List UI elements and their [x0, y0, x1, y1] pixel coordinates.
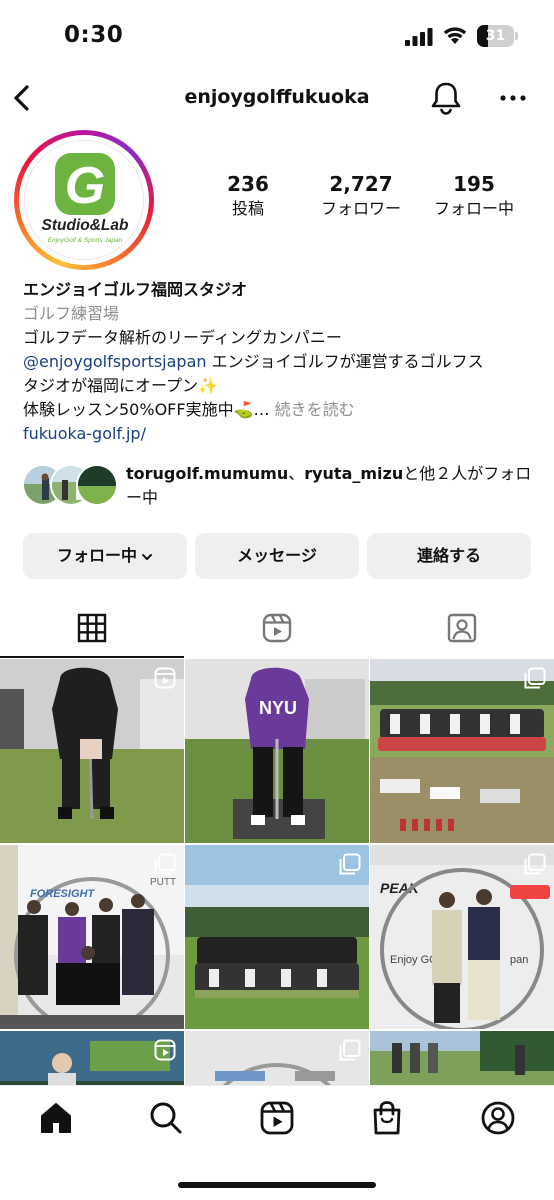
tagged-person-icon — [447, 613, 477, 643]
profile-name: エンジョイゴルフ福岡スタジオ — [23, 280, 248, 299]
message-button[interactable]: メッセージ — [195, 533, 359, 579]
post-thumbnail[interactable]: FORESIGHT PUTT — [0, 845, 184, 1029]
avatar-title: Studio&Lab — [42, 217, 129, 234]
status-time: 0:30 — [64, 22, 124, 48]
avatar-letter: G — [65, 157, 105, 215]
battery-icon: 31 — [477, 25, 519, 47]
posts-label: 投稿 — [231, 199, 264, 218]
avatar-subtitle: EnjoyGolf & Sports Japan — [48, 237, 123, 244]
profile-icon[interactable] — [480, 1100, 516, 1136]
followed-by[interactable]: torugolf.mumumu、ryuta_mizuと他２人がフォロー中 — [22, 462, 542, 508]
bio-text: エンジョイゴルフが運営するゴルフス — [206, 352, 484, 371]
bio-line: @enjoygolfsportsjapan エンジョイゴルフが運営するゴルフス — [23, 350, 543, 374]
post-thumbnail[interactable] — [370, 659, 554, 843]
reels-icon — [262, 613, 292, 643]
chevron-down-icon — [142, 553, 152, 560]
profile-avatar[interactable]: G Studio&Lab EnjoyGolf & Sports Japan — [14, 130, 154, 270]
post-thumbnail-reel[interactable] — [0, 659, 184, 843]
carousel-badge-icon — [339, 1039, 361, 1061]
post-thumbnail[interactable] — [185, 845, 369, 1029]
stat-following[interactable]: 195 フォロー中 — [424, 172, 524, 219]
nyu-text: NYU — [259, 698, 297, 718]
putt-text: PUTT — [150, 877, 176, 888]
bio-line: 体験レッスン50%OFF実施中⛳… 続きを読む — [23, 398, 543, 422]
status-bar: 0:30 31 — [0, 0, 554, 70]
notification-bell-icon[interactable] — [429, 80, 463, 116]
wifi-icon — [443, 27, 467, 44]
carousel-badge-icon — [524, 853, 546, 875]
following-button[interactable]: フォロー中 — [23, 533, 187, 579]
profile-tabs — [0, 600, 554, 658]
pan-text: pan — [510, 954, 528, 966]
tab-tagged[interactable] — [370, 600, 554, 658]
reel-badge-icon — [154, 1039, 176, 1061]
post-thumbnail[interactable]: PEAK Enjoy GO pan — [370, 845, 554, 1029]
carousel-badge-icon — [154, 853, 176, 875]
stat-followers[interactable]: 2,727 フォロワー — [306, 172, 416, 219]
tab-reels[interactable] — [185, 600, 369, 658]
post-thumbnail[interactable] — [185, 1031, 369, 1085]
reels-icon[interactable] — [259, 1100, 295, 1136]
bio-line: ゴルフデータ解析のリーディングカンパニー — [23, 328, 342, 347]
followers-label: フォロワー — [320, 199, 401, 218]
post-thumbnail[interactable] — [370, 1031, 554, 1085]
tab-active-indicator — [0, 656, 184, 658]
home-indicator — [178, 1182, 376, 1188]
followed-by-text: torugolf.mumumu、ryuta_mizuと他２人がフォロー中 — [126, 464, 532, 507]
stat-posts[interactable]: 236 投稿 — [206, 172, 290, 219]
avatar-logo: G Studio&Lab EnjoyGolf & Sports Japan — [24, 140, 144, 260]
bio-text: 体験レッスン50%OFF実施中⛳… — [23, 400, 270, 419]
read-more-link[interactable]: 続きを読む — [270, 400, 355, 419]
post-thumbnail-reel[interactable] — [0, 1031, 184, 1085]
tab-posts-grid[interactable] — [0, 600, 184, 658]
posts-grid: NYU FORESIGHT PUTT PEAK Enjoy GO pan — [0, 659, 554, 1085]
profile-category: ゴルフ練習場 — [23, 304, 120, 323]
mutual-avatars — [22, 464, 118, 508]
contact-button[interactable]: 連絡する — [367, 533, 531, 579]
enjoy-go-text: Enjoy GO — [390, 954, 438, 966]
cellular-signal-icon — [405, 28, 433, 46]
followers-count: 2,727 — [329, 172, 393, 196]
search-icon[interactable] — [148, 1100, 184, 1136]
more-options-icon[interactable] — [498, 88, 528, 108]
grid-icon — [77, 613, 107, 643]
bio-mention-link[interactable]: @enjoygolfsportsjapan — [23, 352, 207, 371]
profile-header: enjoygolffukuoka — [0, 72, 554, 126]
profile-bio: エンジョイゴルフ福岡スタジオ ゴルフ練習場 ゴルフデータ解析のリーディングカンパ… — [23, 278, 543, 446]
profile-website-link[interactable]: fukuoka-golf.jp/ — [23, 422, 543, 446]
bio-line: タジオが福岡にオープン✨ — [23, 376, 218, 395]
foresight-text: FORESIGHT — [30, 888, 95, 900]
carousel-badge-icon — [339, 853, 361, 875]
header-username: enjoygolffukuoka — [184, 86, 370, 108]
post-thumbnail[interactable]: NYU — [185, 659, 369, 843]
carousel-badge-icon — [524, 667, 546, 689]
home-icon[interactable] — [38, 1100, 74, 1136]
shop-bag-icon[interactable] — [369, 1100, 405, 1136]
mutual-avatar — [76, 464, 118, 506]
posts-count: 236 — [227, 172, 269, 196]
reel-badge-icon — [154, 667, 176, 689]
following-count: 195 — [453, 172, 495, 196]
following-label: フォロー中 — [433, 199, 514, 218]
